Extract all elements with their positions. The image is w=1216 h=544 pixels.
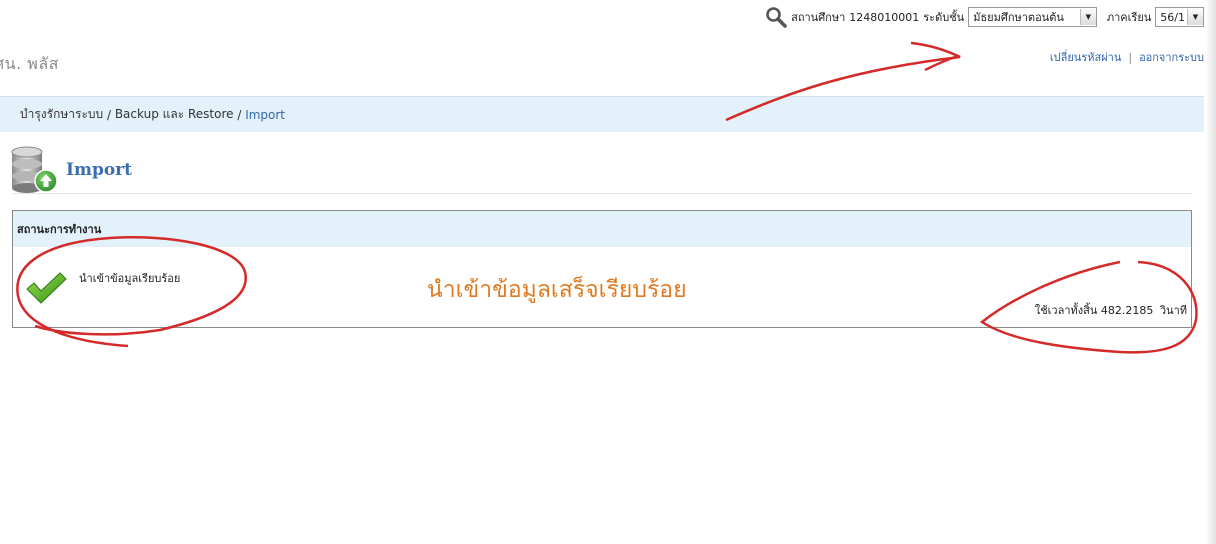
breadcrumb: บำรุงรักษาระบบ / Backup และ Restore / Im…	[0, 96, 1204, 132]
breadcrumb-current: Import	[245, 107, 286, 122]
elapsed-unit: วินาที	[1159, 304, 1187, 317]
status-message: นำเข้าข้อมูลเรียบร้อย	[79, 272, 181, 285]
annotation-arrow-head	[910, 41, 962, 72]
school-code: 1248010001	[849, 10, 920, 24]
elapsed-value: 482.2185	[1100, 304, 1154, 317]
app-name: ศน. พลัส	[0, 54, 59, 73]
database-upload-icon	[11, 146, 58, 193]
logout-link[interactable]: ออกจากระบบ	[1139, 48, 1204, 66]
level-select[interactable]: มัธยมศึกษาตอนต้น ▼	[968, 7, 1097, 27]
annotation-text: นำเข้าข้อมูลเสร็จเรียบร้อย	[427, 277, 687, 303]
dropdown-arrow-icon[interactable]: ▼	[1187, 9, 1203, 25]
check-icon	[26, 272, 67, 304]
search-icon[interactable]	[765, 6, 787, 28]
term-select-value: 56/1	[1160, 10, 1185, 24]
page-title: Import	[66, 160, 132, 180]
breadcrumb-maintenance[interactable]: บำรุงรักษาระบบ	[20, 105, 103, 124]
account-links: เปลี่ยนรหัสผ่าน | ออกจากระบบ	[1050, 48, 1204, 66]
term-select[interactable]: 56/1 ▼	[1155, 7, 1204, 27]
page-heading: Import	[10, 146, 132, 194]
level-label: ระดับชั้น	[923, 11, 965, 24]
link-separator: |	[1128, 50, 1133, 64]
breadcrumb-backup-restore[interactable]: Backup และ Restore	[115, 105, 234, 124]
breadcrumb-separator: /	[103, 107, 115, 122]
window-edge-shadow	[1206, 0, 1216, 544]
elapsed-label: ใช้เวลาทั้งสิ้น	[1034, 304, 1098, 317]
elapsed-time: ใช้เวลาทั้งสิ้น 482.2185 วินาที	[1035, 301, 1187, 319]
status-header: สถานะการทำงาน	[13, 211, 1191, 247]
level-select-value: มัธยมศึกษาตอนต้น	[973, 11, 1064, 24]
change-password-link[interactable]: เปลี่ยนรหัสผ่าน	[1050, 48, 1121, 66]
dropdown-arrow-icon[interactable]: ▼	[1079, 9, 1096, 25]
top-bar: สถานศึกษา 1248010001 ระดับชั้น มัธยมศึกษ…	[765, 6, 1204, 28]
breadcrumb-separator: /	[233, 107, 246, 122]
school-label: สถานศึกษา	[791, 11, 846, 24]
term-label: ภาคเรียน	[1106, 11, 1152, 24]
status-panel: สถานะการทำงาน นำเข้าข้อมูลเรียบร้อย ใช้เ…	[12, 210, 1192, 328]
title-divider	[12, 193, 1192, 194]
